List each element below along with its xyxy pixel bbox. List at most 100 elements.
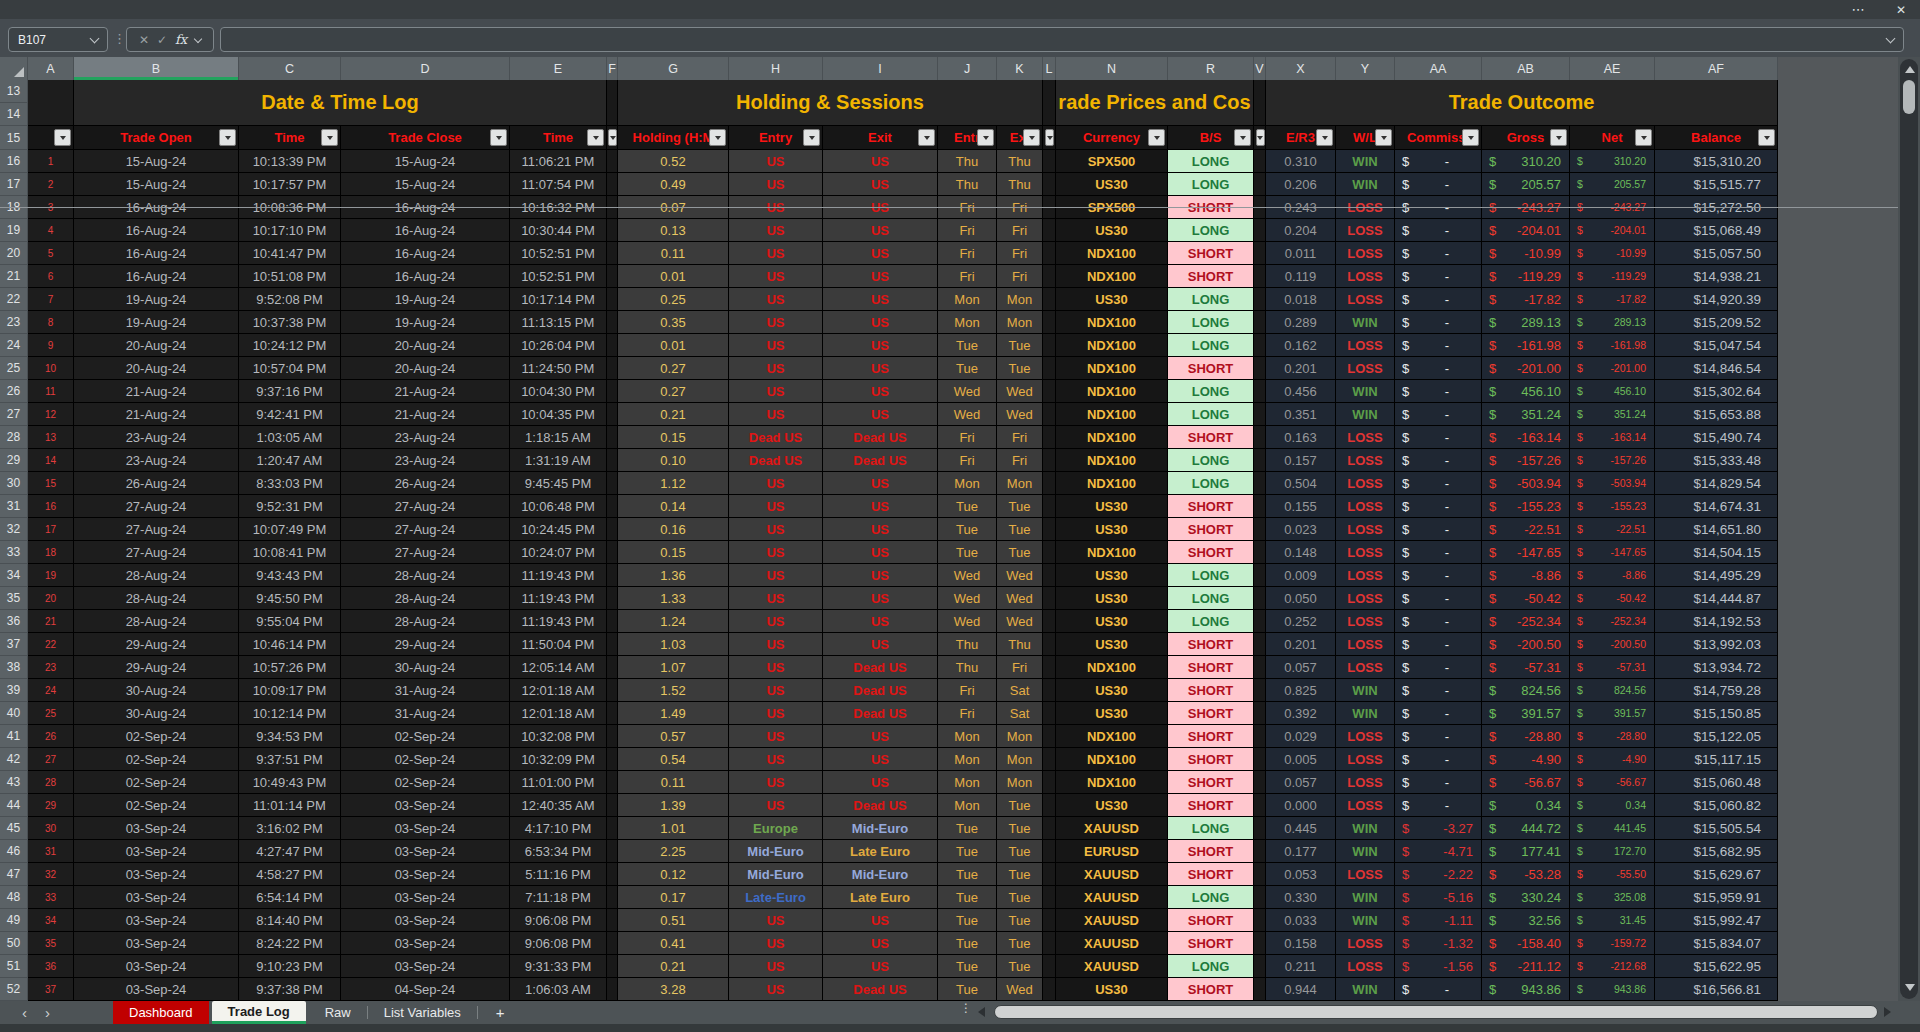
cell-H35[interactable]: US [729, 587, 823, 610]
scroll-up-icon[interactable] [1905, 66, 1915, 73]
cell-E20[interactable]: 10:52:51 PM [510, 242, 607, 265]
cell-A36[interactable]: 21 [28, 610, 74, 633]
cell-AA41[interactable]: $- [1395, 725, 1482, 748]
cell-F41[interactable] [607, 725, 618, 748]
cell-H27[interactable]: US [729, 403, 823, 426]
cell-F48[interactable] [607, 886, 618, 909]
cell-AE27[interactable]: $351.24 [1570, 403, 1655, 426]
cell-J37[interactable]: Thu [938, 633, 997, 656]
cell-K28[interactable]: Fri [997, 426, 1043, 449]
cell-V40[interactable] [1254, 702, 1266, 725]
cell-C30[interactable]: 8:33:03 PM [239, 472, 341, 495]
row-header-20[interactable]: 20 [0, 242, 28, 265]
cell-AA39[interactable]: $- [1395, 679, 1482, 702]
cell-N23[interactable]: NDX100 [1056, 311, 1168, 334]
cell-E47[interactable]: 5:11:16 PM [510, 863, 607, 886]
cell-G26[interactable]: 0.27 [618, 380, 729, 403]
cell-N17[interactable]: US30 [1056, 173, 1168, 196]
cell-Y22[interactable]: LOSS [1336, 288, 1395, 311]
cell-A48[interactable]: 33 [28, 886, 74, 909]
cell-K33[interactable]: Tue [997, 541, 1043, 564]
vertical-scrollbar-thumb[interactable] [1903, 80, 1915, 114]
cell-Y24[interactable]: LOSS [1336, 334, 1395, 357]
filter-header-V[interactable] [1254, 126, 1266, 150]
row-header-42[interactable]: 42 [0, 748, 28, 771]
cell-AE22[interactable]: $-17.82 [1570, 288, 1655, 311]
cell-I51[interactable]: US [823, 955, 938, 978]
cell-F52[interactable] [607, 978, 618, 1001]
cell-V47[interactable] [1254, 863, 1266, 886]
cell-R34[interactable]: LONG [1168, 564, 1254, 587]
cell-I26[interactable]: US [823, 380, 938, 403]
cell-X24[interactable]: 0.162 [1266, 334, 1336, 357]
cell-C35[interactable]: 9:45:50 PM [239, 587, 341, 610]
cell-AE20[interactable]: $-10.99 [1570, 242, 1655, 265]
cell-F45[interactable] [607, 817, 618, 840]
cell-H33[interactable]: US [729, 541, 823, 564]
filter-header-AF[interactable]: Balance [1655, 126, 1778, 150]
cell-X42[interactable]: 0.005 [1266, 748, 1336, 771]
cell-H48[interactable]: Late-Euro [729, 886, 823, 909]
cell-R32[interactable]: SHORT [1168, 518, 1254, 541]
cell-V22[interactable] [1254, 288, 1266, 311]
cell-A47[interactable]: 32 [28, 863, 74, 886]
sheet-tab-dashboard[interactable]: Dashboard [113, 1001, 209, 1024]
cell-AF50[interactable]: $15,834.07 [1655, 932, 1778, 955]
cell-N20[interactable]: NDX100 [1056, 242, 1168, 265]
cell-AE23[interactable]: $289.13 [1570, 311, 1655, 334]
cell-F43[interactable] [607, 771, 618, 794]
scroll-right-icon[interactable] [1884, 1007, 1891, 1017]
cell-Y42[interactable]: LOSS [1336, 748, 1395, 771]
filter-header-R[interactable]: B/S [1168, 126, 1254, 150]
row-header-43[interactable]: 43 [0, 771, 28, 794]
name-box[interactable]: B107 [8, 27, 108, 52]
filter-header-K[interactable]: Exi [997, 126, 1043, 150]
cell-C48[interactable]: 6:54:14 PM [239, 886, 341, 909]
cell-AE24[interactable]: $-161.98 [1570, 334, 1655, 357]
cell-AB32[interactable]: $-22.51 [1482, 518, 1570, 541]
cell-R38[interactable]: SHORT [1168, 656, 1254, 679]
filter-header-H[interactable]: Entry [729, 126, 823, 150]
cell-AE34[interactable]: $-8.86 [1570, 564, 1655, 587]
cell-G25[interactable]: 0.27 [618, 357, 729, 380]
filter-header-J[interactable]: Entr [938, 126, 997, 150]
cell-AA46[interactable]: $-4.71 [1395, 840, 1482, 863]
cell-A29[interactable]: 14 [28, 449, 74, 472]
cell-E46[interactable]: 6:53:34 PM [510, 840, 607, 863]
cell-B21[interactable]: 16-Aug-24 [74, 265, 239, 288]
cell-J19[interactable]: Fri [938, 219, 997, 242]
cell-F47[interactable] [607, 863, 618, 886]
cell-J23[interactable]: Mon [938, 311, 997, 334]
filter-header-AB[interactable]: Gross [1482, 126, 1570, 150]
cell-D41[interactable]: 02-Sep-24 [341, 725, 510, 748]
cell-K19[interactable]: Fri [997, 219, 1043, 242]
cell-AE19[interactable]: $-204.01 [1570, 219, 1655, 242]
cell-L37[interactable] [1043, 633, 1056, 656]
filter-dropdown-button[interactable] [1045, 129, 1054, 146]
cell-E51[interactable]: 9:31:33 PM [510, 955, 607, 978]
section-title-1[interactable]: Date & Time Log [74, 80, 607, 126]
cell-Y50[interactable]: LOSS [1336, 932, 1395, 955]
cell-X46[interactable]: 0.177 [1266, 840, 1336, 863]
select-all-corner[interactable] [0, 57, 28, 80]
cell-AA47[interactable]: $-2.22 [1395, 863, 1482, 886]
cell-D51[interactable]: 03-Sep-24 [341, 955, 510, 978]
cell-N21[interactable]: NDX100 [1056, 265, 1168, 288]
cell-V17[interactable] [1254, 173, 1266, 196]
cell-K49[interactable]: Tue [997, 909, 1043, 932]
cell-B33[interactable]: 27-Aug-24 [74, 541, 239, 564]
filter-dropdown-button[interactable] [1758, 129, 1775, 146]
cell-AA23[interactable]: $- [1395, 311, 1482, 334]
cell-K32[interactable]: Tue [997, 518, 1043, 541]
cell-F27[interactable] [607, 403, 618, 426]
cell-C17[interactable]: 10:17:57 PM [239, 173, 341, 196]
row-header-27[interactable]: 27 [0, 403, 28, 426]
cell-C31[interactable]: 9:52:31 PM [239, 495, 341, 518]
row-header-25[interactable]: 25 [0, 357, 28, 380]
filter-dropdown-button[interactable] [1234, 129, 1251, 146]
filter-header-F[interactable] [607, 126, 618, 150]
cell-G35[interactable]: 1.33 [618, 587, 729, 610]
cell-E21[interactable]: 10:52:51 PM [510, 265, 607, 288]
cell-A35[interactable]: 20 [28, 587, 74, 610]
cell-I19[interactable]: US [823, 219, 938, 242]
